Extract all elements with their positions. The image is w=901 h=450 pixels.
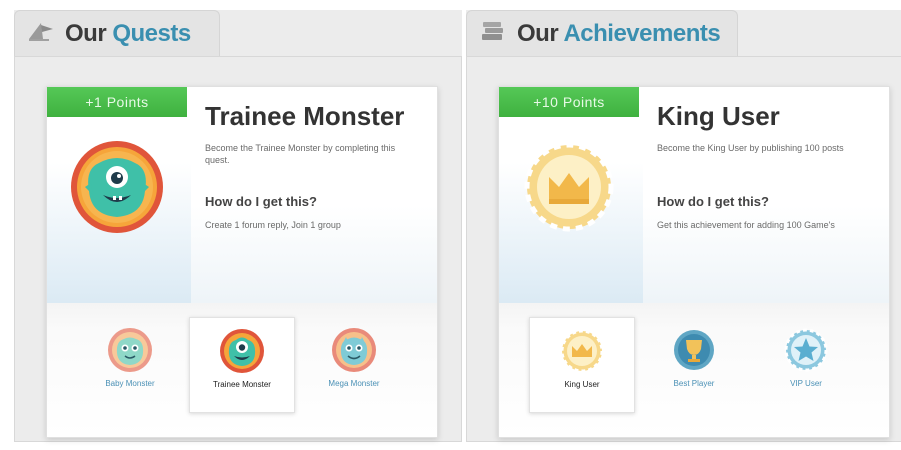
points-banner: +1 Points <box>47 87 187 117</box>
badge-label: VIP User <box>790 379 822 388</box>
crown-badge-icon <box>530 328 634 374</box>
quests-title: Our Quests <box>65 20 191 48</box>
quest-card: +1 Points Trainee Monster Become the Tra… <box>46 86 438 438</box>
trophy-badge-icon <box>641 327 747 373</box>
quests-tab[interactable]: Our Quests <box>14 10 220 56</box>
achievement-details: King User Become the King User by publis… <box>643 87 889 303</box>
featured-title: Trainee Monster <box>205 101 405 131</box>
badge-mega-monster[interactable]: Mega Monster <box>301 317 407 413</box>
badge-baby-monster[interactable]: Baby Monster <box>77 317 183 413</box>
quest-hero: +1 Points <box>47 87 191 303</box>
trainee-monster-icon <box>69 139 165 235</box>
featured-description: Become the Trainee Monster by completing… <box>205 143 396 165</box>
badge-strip: Baby Monster Trainee Monster Mega Monste… <box>47 303 437 437</box>
achievement-card: +10 Points King User Become the King Use… <box>498 86 890 438</box>
badge-label: King User <box>564 380 600 389</box>
badge-label: Mega Monster <box>328 379 380 388</box>
featured-description: Become the King User by publishing 100 p… <box>657 143 844 153</box>
badge-trainee-monster[interactable]: Trainee Monster <box>189 317 295 413</box>
flag-pennant-icon <box>27 19 57 48</box>
badge-label: Baby Monster <box>105 379 155 388</box>
how-text: Get this achievement for adding 100 Game… <box>657 220 835 230</box>
badge-label: Trainee Monster <box>213 380 271 389</box>
quests-panel: Our Quests +1 Points Trainee Monster Bec… <box>14 10 462 442</box>
title-word-achievements: Achievements <box>563 19 721 47</box>
trainee-monster-icon <box>190 328 294 374</box>
badge-best-player[interactable]: Best Player <box>641 317 747 413</box>
badge-strip: King User Best Player VIP User <box>499 303 889 437</box>
quest-details: Trainee Monster Become the Trainee Monst… <box>191 87 437 303</box>
achievement-hero: +10 Points <box>499 87 643 303</box>
points-banner: +10 Points <box>499 87 639 117</box>
featured-title: King User <box>657 101 780 131</box>
title-word-our: Our <box>517 19 559 47</box>
badge-king-user[interactable]: King User <box>529 317 635 413</box>
how-heading: How do I get this? <box>657 194 769 209</box>
trophy-stack-icon <box>479 19 509 48</box>
badge-vip-user[interactable]: VIP User <box>753 317 859 413</box>
title-word-quests: Quests <box>112 19 191 47</box>
achievements-tab[interactable]: Our Achievements <box>466 10 738 56</box>
achievements-panel: Our Achievements +10 Points King User Be… <box>466 10 901 442</box>
mega-monster-icon <box>301 327 407 373</box>
how-heading: How do I get this? <box>205 194 317 209</box>
title-word-our: Our <box>65 19 107 47</box>
how-text: Create 1 forum reply, Join 1 group <box>205 220 341 230</box>
crown-badge-icon <box>521 139 617 235</box>
achievements-title: Our Achievements <box>517 19 721 48</box>
star-badge-icon <box>753 327 859 373</box>
baby-monster-icon <box>77 327 183 373</box>
badge-label: Best Player <box>673 379 715 388</box>
